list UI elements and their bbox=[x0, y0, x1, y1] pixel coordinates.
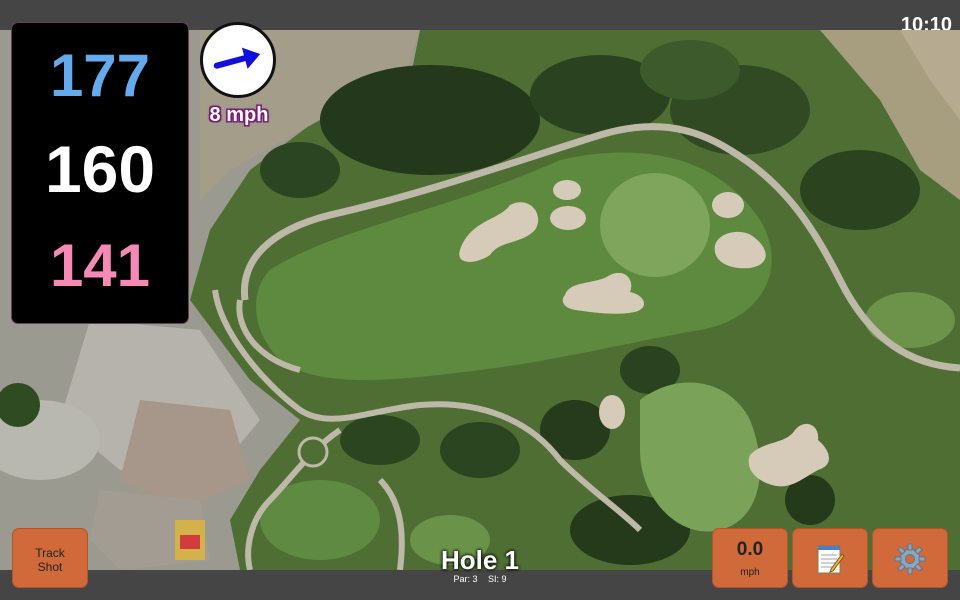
hole-title: Hole 1 bbox=[440, 545, 520, 575]
distance-center: 160 bbox=[44, 132, 156, 206]
scorecard-button[interactable] bbox=[792, 528, 868, 588]
hole-info: Hole 1 Par: 3 SI: 9 bbox=[380, 546, 580, 585]
gear-icon bbox=[894, 543, 926, 575]
wind-direction-dial bbox=[200, 22, 276, 98]
track-shot-label-line1: Track bbox=[35, 546, 65, 560]
wind-speed-label: 8 mph bbox=[209, 104, 269, 126]
arrow-icon bbox=[213, 47, 261, 69]
hole-meta: Par: 3 SI: 9 bbox=[380, 574, 580, 585]
wind-speed-unit: mph bbox=[740, 567, 760, 578]
distance-back: 177 bbox=[49, 42, 151, 109]
settings-button[interactable] bbox=[872, 528, 948, 588]
distance-front: 141 bbox=[49, 232, 151, 299]
track-shot-button[interactable]: Track Shot bbox=[12, 528, 88, 588]
wind-speed-value: 0.0 bbox=[736, 539, 764, 560]
wind-speed-button[interactable]: 0.0 mph bbox=[712, 528, 788, 588]
distance-panel: 177 160 141 bbox=[11, 22, 189, 324]
track-shot-label-line2: Shot bbox=[37, 560, 63, 574]
notepad-icon bbox=[817, 545, 845, 574]
hole-si: SI: 9 bbox=[488, 574, 507, 584]
hole-par: Par: 3 bbox=[453, 574, 478, 584]
